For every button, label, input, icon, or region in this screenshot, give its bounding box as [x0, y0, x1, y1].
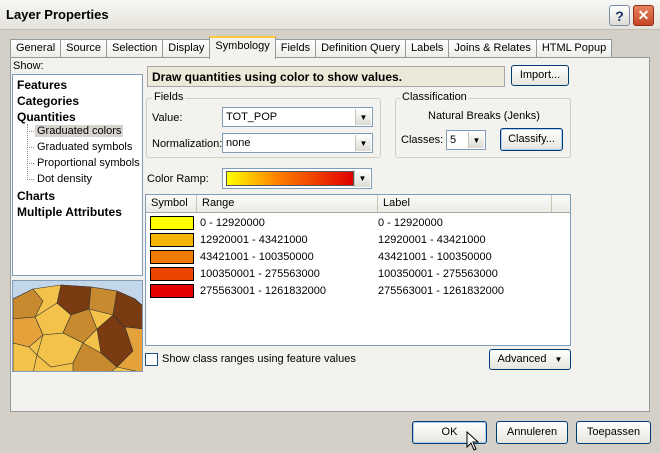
chevron-down-icon: ▼	[355, 135, 371, 151]
table-row[interactable]: 100350001 - 275563000 100350001 - 2755630…	[146, 266, 570, 283]
tab-symbology[interactable]: Symbology	[209, 36, 276, 59]
window-title: Layer Properties	[6, 7, 109, 22]
table-row[interactable]: 43421001 - 100350000 43421001 - 100350000	[146, 249, 570, 266]
class-range[interactable]: 12920001 - 43421000	[200, 234, 308, 246]
show-list: Features Categories Quantities Graduated…	[12, 74, 143, 276]
tab-general[interactable]: General	[10, 39, 62, 59]
show-item-dot-density[interactable]: Dot density	[37, 173, 92, 185]
tab-joins-relates[interactable]: Joins & Relates	[448, 39, 537, 59]
classify-button[interactable]: Classify...	[500, 128, 563, 151]
cancel-button[interactable]: Annuleren	[496, 421, 568, 444]
tab-fields[interactable]: Fields	[274, 39, 317, 59]
class-label[interactable]: 12920001 - 43421000	[378, 234, 486, 246]
column-header-spacer	[552, 195, 571, 212]
close-icon: ✕	[637, 7, 650, 23]
value-field-text: TOT_POP	[226, 111, 278, 123]
show-item-categories[interactable]: Categories	[17, 94, 79, 108]
title-bar: Layer Properties ? ✕	[0, 0, 660, 30]
tree-line	[27, 124, 28, 180]
class-label[interactable]: 275563001 - 1261832000	[378, 285, 504, 297]
advanced-button[interactable]: Advanced ▼	[489, 349, 571, 370]
classes-select[interactable]: 5 ▼	[446, 130, 486, 150]
classes-text: 5	[450, 134, 457, 146]
normalization-select[interactable]: none ▼	[222, 133, 373, 153]
help-button[interactable]: ?	[609, 5, 630, 26]
mouse-cursor-icon	[466, 431, 480, 451]
tree-branch	[27, 179, 34, 180]
classification-method: Natural Breaks (Jenks)	[428, 110, 540, 122]
chevron-down-icon: ▼	[468, 132, 484, 148]
classes-label: Classes:	[401, 134, 444, 146]
tab-selection[interactable]: Selection	[106, 39, 164, 59]
tree-branch	[27, 147, 34, 148]
class-label[interactable]: 43421001 - 100350000	[378, 251, 492, 263]
tree-branch	[27, 131, 34, 132]
map-preview-image	[13, 281, 142, 371]
color-ramp-label: Color Ramp:	[147, 173, 209, 185]
tree-branch	[27, 163, 34, 164]
class-table: Symbol Range Label 0 - 12920000 0 - 12920…	[145, 194, 571, 346]
show-ranges-checkbox[interactable]	[145, 353, 158, 366]
advanced-label: Advanced	[497, 353, 547, 365]
close-button[interactable]: ✕	[633, 5, 654, 26]
show-item-charts[interactable]: Charts	[17, 189, 55, 203]
color-ramp-swatch	[226, 171, 354, 186]
tab-html-popup[interactable]: HTML Popup	[535, 39, 613, 59]
value-field-select[interactable]: TOT_POP ▼	[222, 107, 373, 127]
column-header-symbol[interactable]: Symbol	[146, 195, 197, 212]
class-range[interactable]: 0 - 12920000	[200, 217, 265, 229]
table-row[interactable]: 0 - 12920000 0 - 12920000	[146, 215, 570, 232]
import-button[interactable]: Import...	[511, 65, 569, 86]
show-item-features[interactable]: Features	[17, 78, 67, 92]
show-label: Show:	[13, 60, 44, 72]
help-icon: ?	[615, 7, 624, 24]
class-range[interactable]: 43421001 - 100350000	[200, 251, 314, 263]
column-header-label[interactable]: Label	[378, 195, 552, 212]
class-label[interactable]: 100350001 - 275563000	[378, 268, 498, 280]
tab-strip: General Source Selection Display Symbolo…	[10, 36, 613, 59]
show-item-multiple-attributes[interactable]: Multiple Attributes	[17, 205, 122, 219]
class-symbol-swatch[interactable]	[150, 216, 194, 230]
fields-group-title: Fields	[152, 91, 186, 103]
tab-display[interactable]: Display	[162, 39, 211, 59]
table-header: Symbol Range Label	[146, 195, 570, 213]
dropdown-arrow-icon: ▼	[554, 355, 563, 364]
value-label: Value:	[152, 112, 183, 124]
chevron-down-icon: ▼	[354, 170, 370, 187]
show-item-quantities[interactable]: Quantities	[17, 110, 76, 124]
normalization-label: Normalization:	[152, 138, 223, 150]
classification-group-title: Classification	[400, 91, 469, 103]
class-symbol-swatch[interactable]	[150, 250, 194, 264]
show-item-graduated-symbols[interactable]: Graduated symbols	[37, 141, 132, 153]
show-item-proportional-symbols[interactable]: Proportional symbols	[37, 157, 140, 169]
tab-source[interactable]: Source	[60, 39, 107, 59]
show-item-graduated-colors[interactable]: Graduated colors	[35, 125, 124, 137]
class-symbol-swatch[interactable]	[150, 267, 194, 281]
tab-definition-query[interactable]: Definition Query	[315, 39, 406, 59]
class-label[interactable]: 0 - 12920000	[378, 217, 443, 229]
table-row[interactable]: 12920001 - 43421000 12920001 - 43421000	[146, 232, 570, 249]
class-symbol-swatch[interactable]	[150, 233, 194, 247]
show-ranges-label: Show class ranges using feature values	[162, 353, 356, 365]
column-header-range[interactable]: Range	[197, 195, 378, 212]
normalization-text: none	[226, 137, 251, 149]
table-row[interactable]: 275563001 - 1261832000 275563001 - 126183…	[146, 283, 570, 300]
apply-button[interactable]: Toepassen	[576, 421, 651, 444]
class-range[interactable]: 100350001 - 275563000	[200, 268, 320, 280]
class-symbol-swatch[interactable]	[150, 284, 194, 298]
class-range[interactable]: 275563001 - 1261832000	[200, 285, 326, 297]
color-ramp-select[interactable]: ▼	[222, 168, 372, 189]
description-text: Draw quantities using color to show valu…	[152, 70, 403, 84]
map-preview	[12, 280, 143, 372]
renderer-description: Draw quantities using color to show valu…	[147, 66, 505, 87]
tab-labels[interactable]: Labels	[404, 39, 450, 59]
chevron-down-icon: ▼	[355, 109, 371, 125]
